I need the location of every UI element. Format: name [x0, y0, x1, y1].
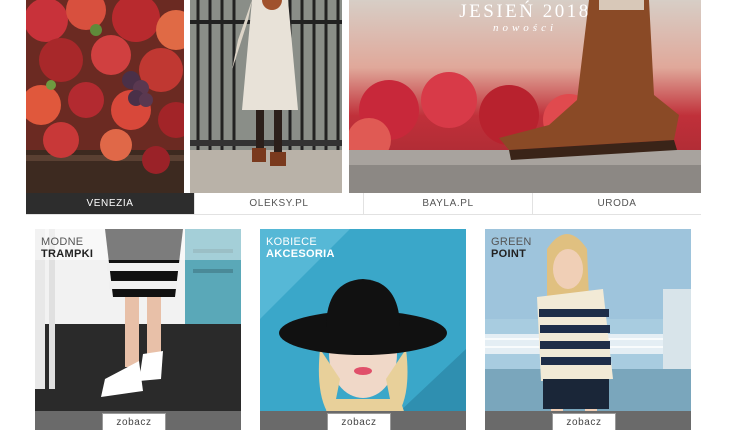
tab-venezia[interactable]: VENEZIA: [26, 193, 195, 214]
card-green-point[interactable]: GREEN POINT zobacz: [485, 229, 691, 430]
autumn-banner-image[interactable]: JESIEŃ 2018 nowości: [349, 0, 701, 193]
card-modne-trampki[interactable]: MODNE TRAMPKI zobacz: [35, 229, 241, 430]
zobacz-button[interactable]: zobacz: [327, 413, 391, 430]
autumn-leaves-photo: [26, 0, 184, 193]
tab-oleksy[interactable]: OLEKSY.PL: [195, 193, 364, 214]
card-kobiece-akcesoria[interactable]: KOBIECE AKCESORIA zobacz: [260, 229, 466, 430]
card-label-line2: TRAMPKI: [41, 248, 94, 260]
coat-model-photo: [190, 0, 342, 193]
oleksy-hero-image[interactable]: [190, 0, 342, 193]
card-label-line1: GREEN: [491, 236, 532, 248]
banner-title: JESIEŃ 2018: [459, 1, 591, 22]
tab-uroda[interactable]: URODA: [533, 193, 701, 214]
card-label: GREEN POINT: [491, 236, 532, 260]
tab-bayla[interactable]: BAYLA.PL: [364, 193, 533, 214]
venezia-hero-image[interactable]: [26, 0, 184, 193]
zobacz-button[interactable]: zobacz: [102, 413, 166, 430]
card-label: MODNE TRAMPKI: [41, 236, 93, 260]
brand-tabbar: VENEZIA OLEKSY.PL BAYLA.PL URODA: [26, 193, 701, 215]
zobacz-button[interactable]: zobacz: [552, 413, 616, 430]
card-label-line2: AKCESORIA: [266, 248, 335, 260]
card-label: KOBIECE AKCESORIA: [266, 236, 335, 260]
card-label-line2: POINT: [491, 248, 527, 260]
banner-subtitle: nowości: [492, 22, 558, 34]
card-label-line1: KOBIECE: [266, 236, 318, 248]
card-label-line1: MODNE: [41, 236, 84, 248]
